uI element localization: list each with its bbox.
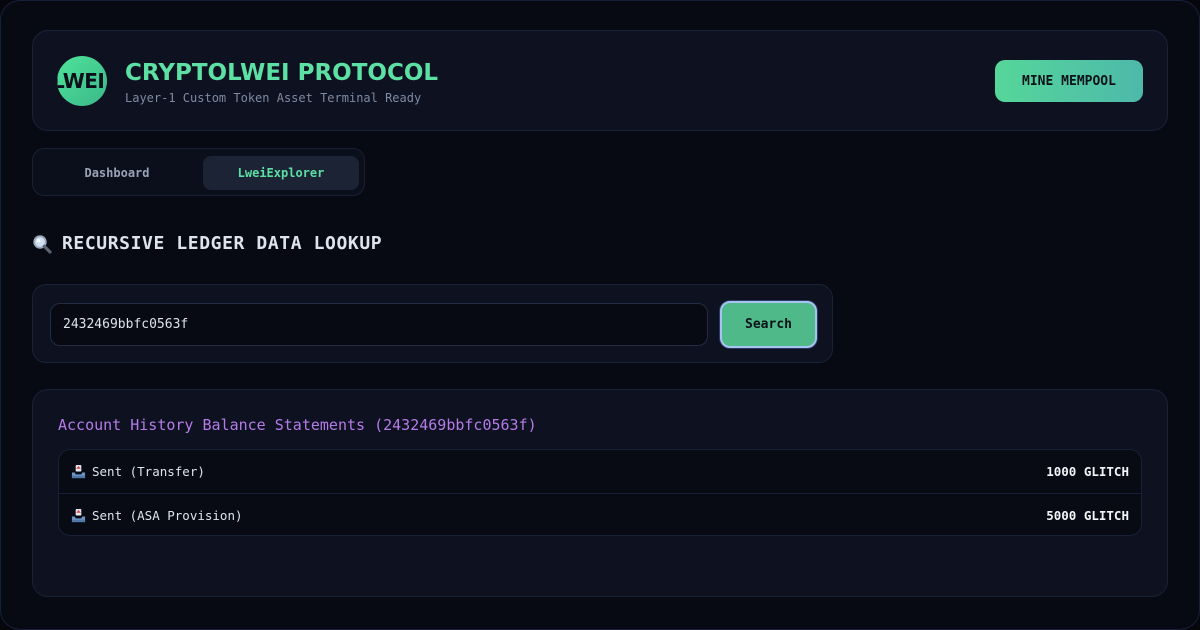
history-row-amount: 5000 GLITCH: [1046, 507, 1129, 523]
section-title: RECURSIVE LEDGER DATA LOOKUP: [62, 233, 383, 254]
tab-dashboard[interactable]: Dashboard: [40, 156, 194, 190]
history-card: Account History Balance Statements (2432…: [32, 389, 1168, 597]
outbox-tray-icon: [71, 508, 86, 522]
history-row-amount: 1000 GLITCH: [1046, 464, 1129, 479]
header-card: LWEI CRYPTOLWEI PROTOCOL Layer-1 Custom …: [32, 30, 1168, 131]
app-window: LWEI CRYPTOLWEI PROTOCOL Layer-1 Custom …: [0, 0, 1200, 630]
history-list: Sent (Transfer) 1000 GLITCH Sent (ASA Pr…: [58, 449, 1142, 536]
logo-text: LWEI: [57, 69, 105, 93]
history-row: Sent (ASA Provision) 5000 GLITCH: [59, 493, 1141, 535]
section-heading: RECURSIVE LEDGER DATA LOOKUP: [32, 233, 382, 254]
search-card: Search: [32, 284, 833, 363]
search-button[interactable]: Search: [720, 301, 817, 348]
brand-logo: LWEI: [57, 56, 107, 106]
nav-tabs: Dashboard LweiExplorer: [32, 148, 365, 196]
history-row-label: Sent (ASA Provision): [92, 507, 243, 523]
brand-title: CRYPTOLWEI PROTOCOL: [125, 60, 439, 86]
history-row: Sent (Transfer) 1000 GLITCH: [59, 450, 1141, 493]
history-row-label: Sent (Transfer): [92, 464, 205, 479]
outbox-tray-icon: [71, 464, 86, 479]
brand-subtitle: Layer-1 Custom Token Asset Terminal Read…: [125, 91, 422, 105]
mine-mempool-button[interactable]: MINE MEMPOOL: [995, 60, 1143, 102]
history-title: Account History Balance Statements (2432…: [58, 416, 537, 434]
tab-lweiexplorer[interactable]: LweiExplorer: [203, 156, 359, 190]
ledger-search-input[interactable]: [50, 303, 708, 346]
magnifier-icon: [33, 234, 52, 254]
